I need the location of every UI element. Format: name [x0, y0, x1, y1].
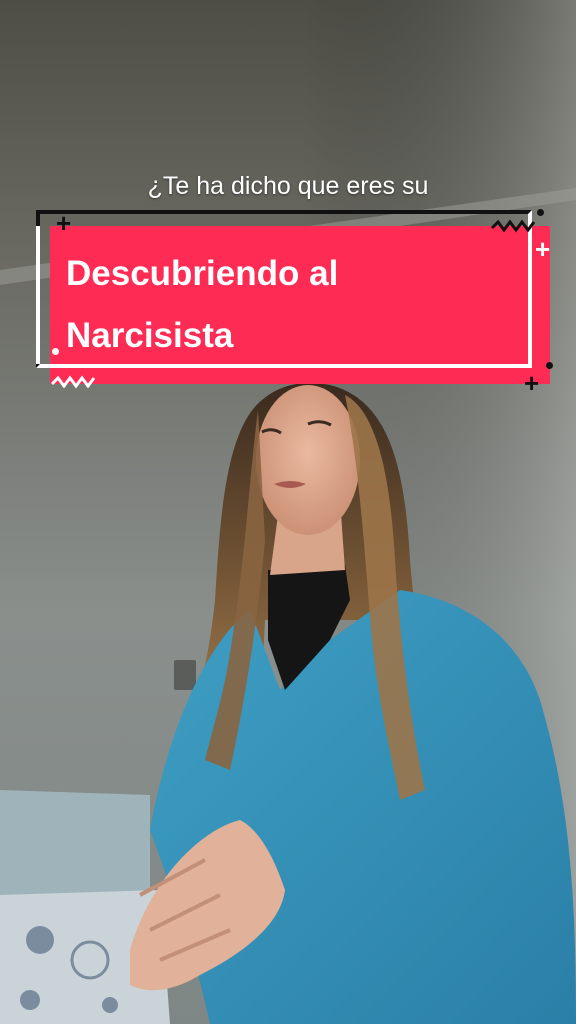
dot-decoration-top-right [537, 209, 544, 216]
title-line-1: Descubriendo al [66, 254, 339, 293]
plus-decoration-bottom-right: + [524, 368, 540, 398]
dot-decoration-left [52, 348, 59, 355]
zigzag-icon-bottom-left [50, 375, 96, 389]
caption-line: ¿Te ha dicho que eres su [147, 172, 429, 200]
light-switch [174, 660, 196, 690]
headboard [0, 790, 150, 905]
zigzag-icon-top-right [490, 219, 536, 233]
title-card: Descubriendo al Narcisista [66, 243, 526, 367]
dot-decoration-bottom-right [546, 362, 553, 369]
plus-decoration-top-right: + [535, 234, 551, 264]
face [256, 385, 360, 535]
plus-decoration-top-left: + [56, 208, 72, 238]
video-frame-photo [0, 0, 576, 1024]
title-line-2: Narcisista [66, 316, 234, 355]
